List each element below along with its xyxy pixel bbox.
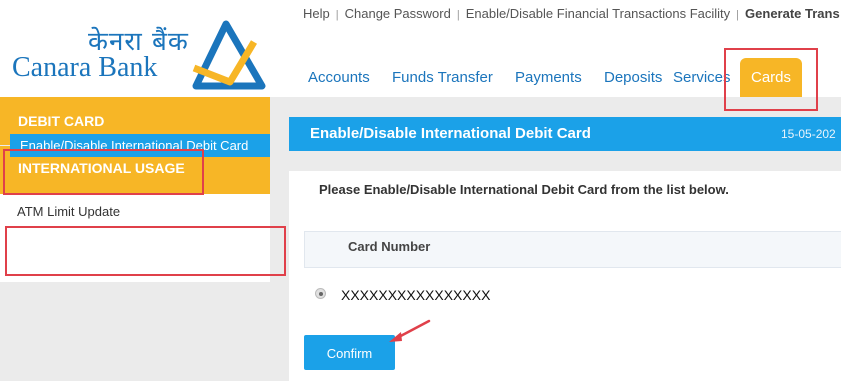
page-title-bar: Enable/Disable International Debit Card …	[289, 117, 841, 151]
card-number-header: Card Number	[348, 239, 431, 254]
logo-english-text: Canara Bank	[12, 52, 158, 83]
change-password-link[interactable]: Change Password	[345, 6, 451, 21]
card-select-radio[interactable]	[315, 288, 326, 299]
nav-deposits[interactable]: Deposits	[604, 69, 662, 86]
financial-transactions-facility-link[interactable]: Enable/Disable Financial Transactions Fa…	[466, 6, 730, 21]
red-arrow-annotation	[389, 319, 431, 342]
nav-payments[interactable]: Payments	[515, 69, 582, 86]
international-usage-highlight-box	[3, 149, 204, 195]
generate-transaction-link[interactable]: Generate Trans	[745, 6, 840, 21]
content-panel: Please Enable/Disable International Debi…	[289, 171, 841, 381]
page-title: Enable/Disable International Debit Card	[310, 125, 591, 142]
cards-highlight-box	[724, 48, 818, 111]
nav-services[interactable]: Services	[673, 69, 731, 86]
table-header: Card Number	[304, 231, 841, 268]
nav-funds-transfer[interactable]: Funds Transfer	[392, 69, 493, 86]
top-links: Help | Change Password | Enable/Disable Fina…	[303, 6, 840, 21]
nav-accounts[interactable]: Accounts	[308, 69, 370, 86]
canara-bank-logo[interactable]: केनरा बैंक Canara Bank	[10, 18, 270, 93]
header: केनरा बैंक Canara Bank Help | Change Passw…	[0, 0, 841, 97]
sidebar-item-atm-limit-update[interactable]: ATM Limit Update	[17, 204, 120, 219]
card-number-value: XXXXXXXXXXXXXXXX	[341, 287, 491, 303]
confirm-button[interactable]: Confirm	[304, 335, 395, 370]
help-link[interactable]: Help	[303, 6, 330, 21]
submenu-highlight-box	[5, 226, 286, 276]
instruction-text: Please Enable/Disable International Debi…	[319, 182, 729, 197]
page-date: 15-05-202	[781, 127, 836, 141]
canara-logo-icon	[192, 20, 266, 90]
